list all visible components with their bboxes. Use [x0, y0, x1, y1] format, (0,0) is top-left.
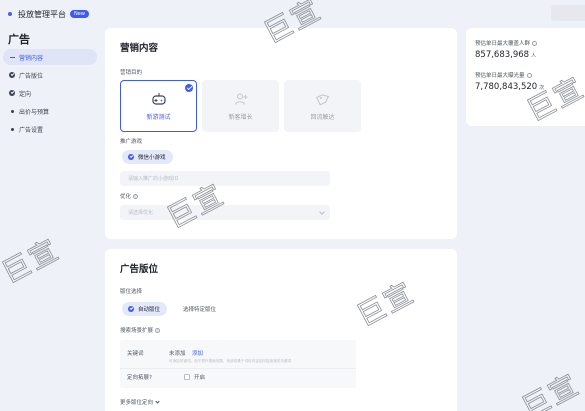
- keyword-hint: 可添加关键词，用于提升搜索效果，系统将基于词包内容定向投放相关关键词: [169, 359, 292, 363]
- max-exposure-value: 7,780,843,520 次: [475, 82, 544, 92]
- user-add-icon: [234, 92, 247, 105]
- section-title: 广告版位: [120, 264, 159, 275]
- optimize-label-text: 优化: [120, 194, 132, 200]
- placement-select-label: 版位选择: [120, 289, 143, 295]
- keyword-value: 未添加: [169, 351, 186, 357]
- ad-placement-card: 广告版位 版位选择 自动版位 选择特定版位 搜索场景扩展? 关键词 未添加 添加…: [105, 249, 457, 411]
- auto-placement-option[interactable]: 自动版位: [122, 302, 168, 316]
- max-exposure-number: 7,780,843,520: [475, 82, 538, 92]
- targeting-expand-label: 定向拓展?: [127, 373, 152, 381]
- new-badge: New: [70, 10, 89, 18]
- bullet-icon: [9, 126, 15, 132]
- max-exposure-unit: 次: [539, 85, 545, 91]
- chevron-down-icon: [155, 399, 160, 404]
- optimize-select-placeholder: 请选择优化: [128, 210, 154, 216]
- help-icon[interactable]: ?: [133, 194, 139, 199]
- bullet-icon: [9, 108, 15, 114]
- goal-tile-label: 新游测试: [146, 113, 171, 121]
- app-title: 投放管理平台: [18, 9, 66, 19]
- max-exposure-label: 预估单日最大曝光量: [475, 71, 532, 79]
- wechat-minigame-option[interactable]: 微信小游戏: [122, 150, 173, 164]
- goal-tile-new-customer-growth[interactable]: 新客增长: [202, 80, 279, 132]
- add-keyword-link[interactable]: 添加: [192, 349, 203, 357]
- optimize-label: 优化?: [120, 192, 139, 200]
- sidebar-item-ad-placement[interactable]: 广告版位: [3, 67, 97, 83]
- more-placement-settings[interactable]: 更多版位定向: [120, 398, 160, 406]
- enable-expand-label: 开启: [194, 375, 206, 381]
- divider: [120, 368, 356, 369]
- sidebar-item-label: 出价与预算: [19, 108, 50, 116]
- radio-checked-icon: [128, 154, 134, 160]
- help-icon[interactable]: ?: [155, 328, 161, 333]
- sidebar-item-targeting[interactable]: 定向: [3, 85, 97, 101]
- menu-dot-icon[interactable]: [8, 12, 12, 16]
- section-title: 营销内容: [120, 43, 159, 54]
- more-placement-settings-label: 更多版位定向: [120, 400, 154, 406]
- promo-game-label: 推广游戏: [120, 139, 143, 145]
- estimate-panel: 预估单日最大覆盖人群 857,683,968 人 预估单日最大曝光量 7,780,…: [466, 28, 585, 126]
- watermark: 巨宣: [516, 367, 585, 411]
- search-scene-label-text: 搜索场景扩展: [120, 328, 154, 334]
- keyword-label: 关键词: [127, 351, 144, 357]
- help-icon[interactable]: ?: [149, 375, 152, 381]
- minigame-id-input[interactable]: 请输入推广的小游戏ID: [120, 171, 330, 186]
- top-bar: 投放管理平台 New: [0, 0, 585, 28]
- help-icon[interactable]: [526, 73, 532, 78]
- chevron-down-icon: [319, 209, 325, 215]
- goal-tile-label: 回流触达: [310, 113, 335, 121]
- max-people-number: 857,683,968: [475, 50, 530, 60]
- sidebar-item-label: 定向: [19, 90, 32, 98]
- sidebar-item-label: 广告设置: [19, 126, 44, 134]
- goal-tile-new-game-test[interactable]: 新游测试: [120, 80, 197, 132]
- optimize-select[interactable]: 请选择优化: [120, 205, 330, 220]
- max-people-unit: 人: [531, 53, 537, 59]
- sidebar-title: 广告: [8, 33, 30, 46]
- sidebar-item-marketing-content[interactable]: 营销内容: [3, 49, 97, 65]
- top-right-button[interactable]: [551, 5, 585, 21]
- sidebar-item-ad-settings[interactable]: 广告设置: [3, 121, 97, 137]
- option-label: 自动版位: [138, 307, 161, 313]
- keyword-box: 关键词 未添加 添加 可添加关键词，用于提升搜索效果，系统将基于词包内容定向投放…: [120, 340, 356, 388]
- check-circle-icon: [9, 90, 15, 96]
- goal-tile-reengagement[interactable]: 回流触达: [284, 80, 361, 132]
- tag-icon: [315, 93, 329, 105]
- manual-placement-option[interactable]: 选择特定版位: [177, 302, 222, 316]
- max-people-value: 857,683,968 人: [475, 50, 536, 60]
- max-people-label-text: 预估单日最大覆盖人群: [475, 41, 531, 47]
- current-step-icon: [9, 54, 15, 60]
- gamepad-icon: [151, 92, 166, 105]
- help-icon[interactable]: [532, 41, 538, 46]
- option-label: 微信小游戏: [138, 155, 166, 161]
- max-exposure-label-text: 预估单日最大曝光量: [475, 73, 525, 79]
- sidebar-item-label: 营销内容: [19, 54, 44, 62]
- sidebar: 广告 营销内容 广告版位 定向 出价与预算 广告设置: [0, 28, 100, 411]
- sidebar-item-bid-budget[interactable]: 出价与预算: [3, 103, 97, 119]
- marketing-content-card: 营销内容 营销目的 新游测试 新客增长 回流触达 推广游戏 微信小游戏 请输入推…: [105, 28, 457, 239]
- radio-checked-icon: [128, 306, 134, 312]
- selected-check-icon: [185, 84, 193, 92]
- search-scene-label: 搜索场景扩展?: [120, 326, 161, 334]
- enable-expand-checkbox[interactable]: [184, 374, 190, 380]
- goal-label: 营销目的: [120, 70, 143, 76]
- max-people-label: 预估单日最大覆盖人群: [475, 39, 538, 47]
- sidebar-item-label: 广告版位: [19, 72, 44, 80]
- targeting-expand-label-text: 定向拓展: [127, 375, 150, 381]
- goal-tile-label: 新客增长: [228, 113, 253, 121]
- check-circle-icon: [9, 72, 15, 78]
